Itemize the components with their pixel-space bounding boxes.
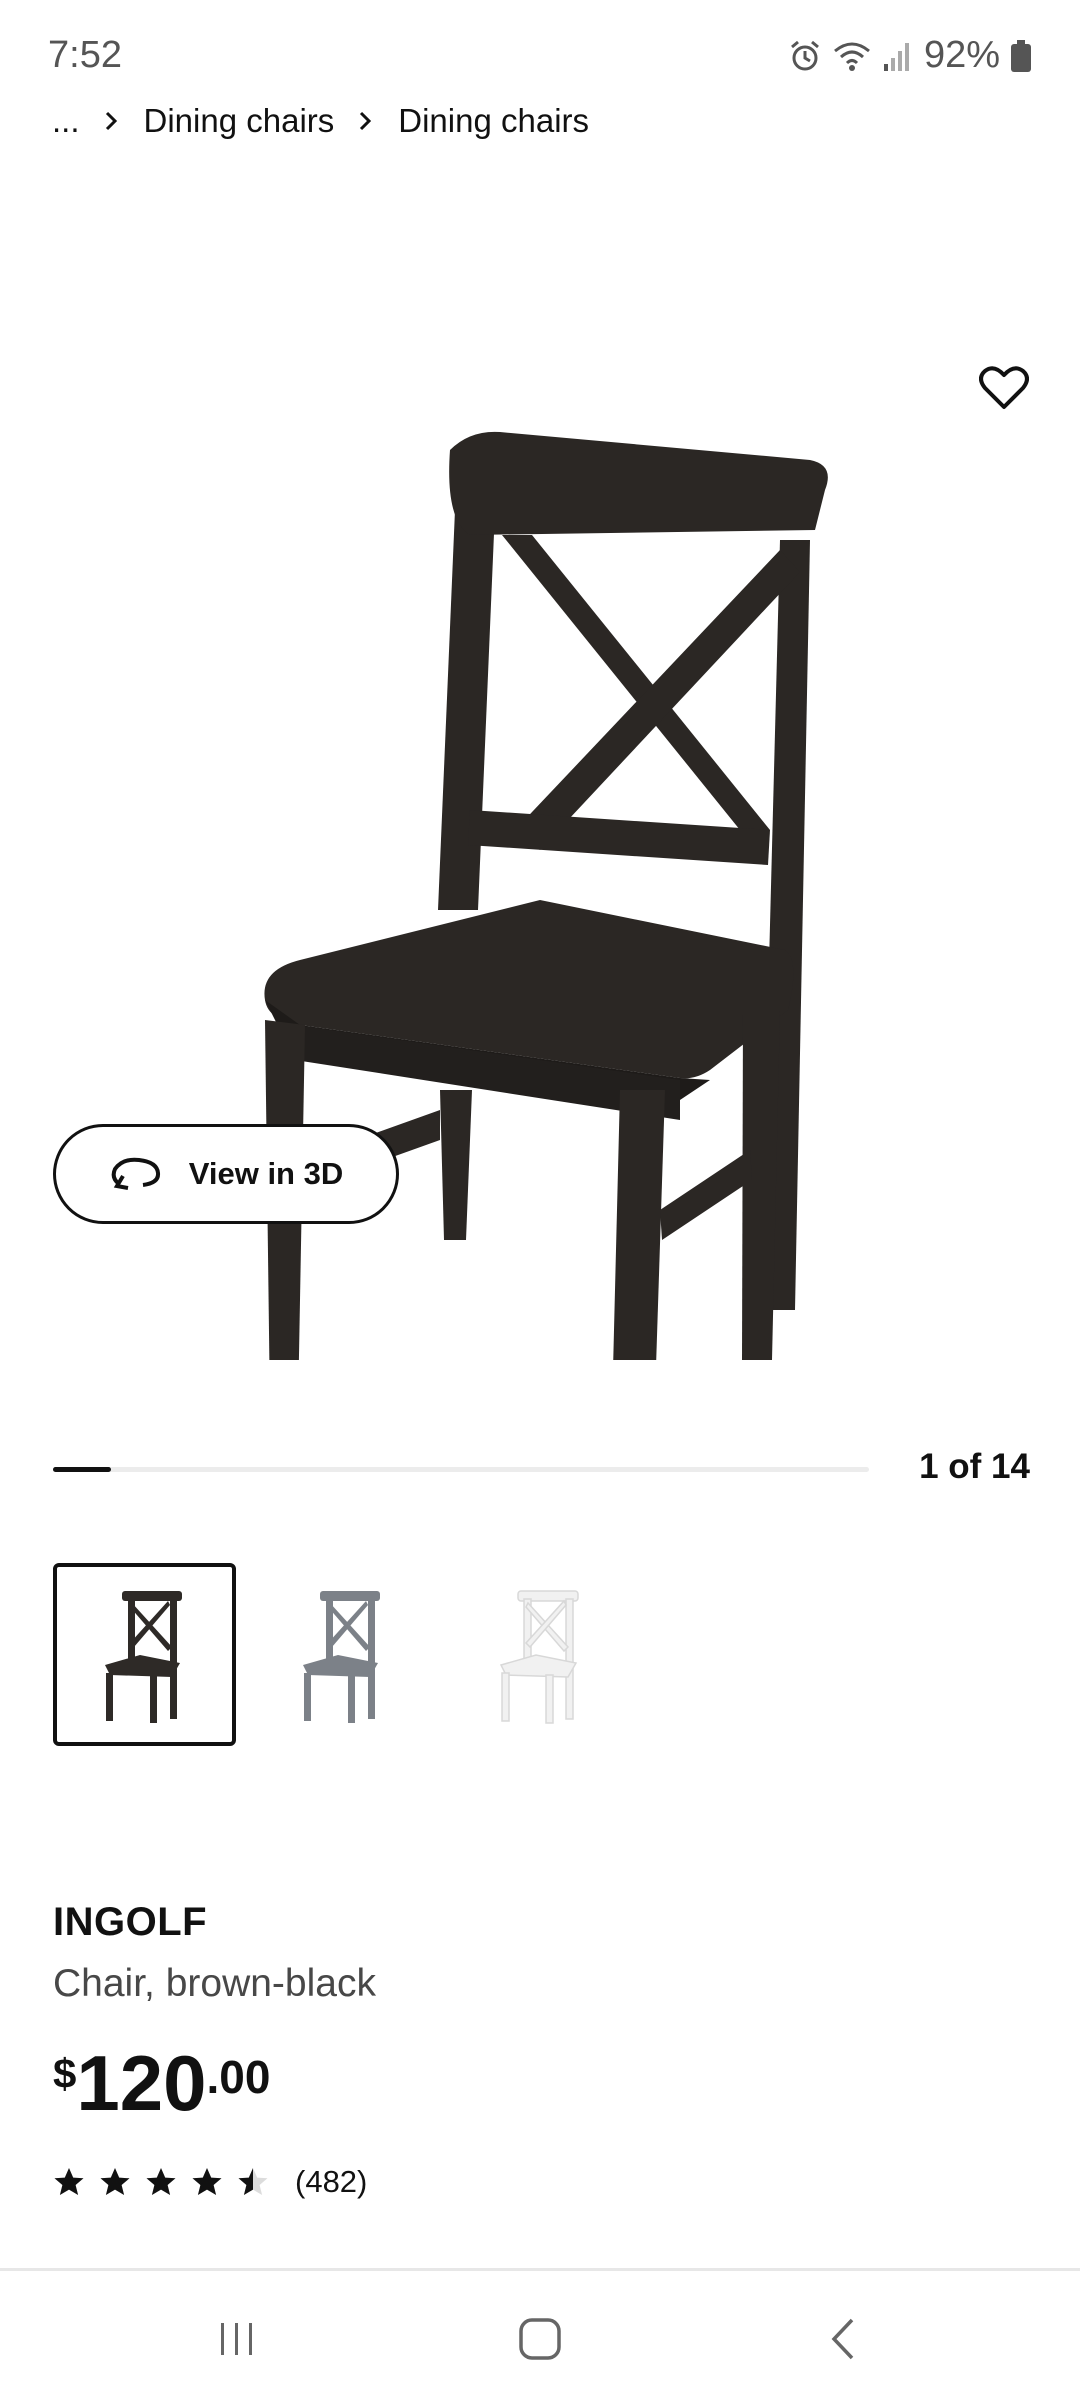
chevron-right-icon bbox=[104, 110, 118, 132]
alarm-icon bbox=[788, 39, 822, 73]
chevron-right-icon bbox=[358, 110, 372, 132]
battery-text: 92% bbox=[923, 34, 1000, 76]
star-full-icon bbox=[146, 2168, 176, 2195]
product-price: $ 120 .00 bbox=[53, 2040, 270, 2122]
star-full-icon bbox=[100, 2168, 130, 2195]
chair-thumbnail-image bbox=[302, 1590, 380, 1723]
home-button[interactable] bbox=[500, 2309, 580, 2369]
breadcrumb-item-current[interactable]: Dining chairs bbox=[398, 102, 589, 140]
status-bar: 7:52 92% bbox=[0, 0, 1080, 110]
thumbnail-list bbox=[53, 1563, 632, 1746]
thumbnail-gray[interactable] bbox=[251, 1563, 434, 1746]
status-time: 7:52 bbox=[48, 34, 122, 76]
product-image-gallery[interactable]: View in 3D bbox=[0, 180, 1080, 1440]
product-description: Chair, brown-black bbox=[53, 1962, 376, 2005]
review-count: (482) bbox=[295, 2164, 368, 2199]
heart-icon bbox=[979, 366, 1029, 409]
carousel-progress-fill bbox=[53, 1467, 112, 1472]
product-name: INGOLF bbox=[53, 1900, 208, 1944]
chair-thumbnail-image bbox=[499, 1589, 579, 1724]
product-rating[interactable]: (482) bbox=[53, 2164, 367, 2200]
thumbnail-white[interactable] bbox=[449, 1563, 632, 1746]
image-counter: 1 of 14 bbox=[919, 1447, 1030, 1486]
breadcrumb-ellipsis[interactable]: ... bbox=[52, 102, 80, 140]
price-integer: 120 bbox=[76, 2039, 207, 2127]
breadcrumb: ... Dining chairs Dining chairs bbox=[52, 102, 589, 140]
battery-icon bbox=[1010, 39, 1032, 73]
price-decimal: .00 bbox=[206, 2051, 271, 2103]
recent-apps-icon bbox=[221, 2323, 252, 2355]
wifi-icon bbox=[832, 39, 872, 73]
carousel-progress bbox=[53, 1467, 869, 1472]
favorite-button[interactable] bbox=[968, 352, 1040, 424]
recent-apps-button[interactable] bbox=[197, 2309, 277, 2369]
star-full-icon bbox=[192, 2168, 222, 2195]
star-full-icon bbox=[54, 2168, 84, 2195]
home-icon bbox=[519, 2318, 561, 2360]
price-currency: $ bbox=[53, 2050, 77, 2097]
signal-icon bbox=[882, 40, 914, 72]
status-icons: 92% bbox=[788, 34, 1032, 77]
chair-thumbnail-image bbox=[104, 1590, 182, 1723]
back-button[interactable] bbox=[803, 2309, 883, 2369]
view-in-3d-button[interactable]: View in 3D bbox=[53, 1124, 399, 1224]
star-half-icon bbox=[238, 2168, 268, 2195]
rotate-3d-icon bbox=[111, 1157, 160, 1190]
breadcrumb-item[interactable]: Dining chairs bbox=[144, 102, 335, 140]
back-icon bbox=[831, 2318, 854, 2360]
view-in-3d-label: View in 3D bbox=[188, 1156, 344, 1191]
thumbnail-brown-black[interactable] bbox=[53, 1563, 236, 1746]
rating-stars bbox=[53, 2166, 269, 2198]
system-nav-bar bbox=[0, 2271, 1080, 2400]
